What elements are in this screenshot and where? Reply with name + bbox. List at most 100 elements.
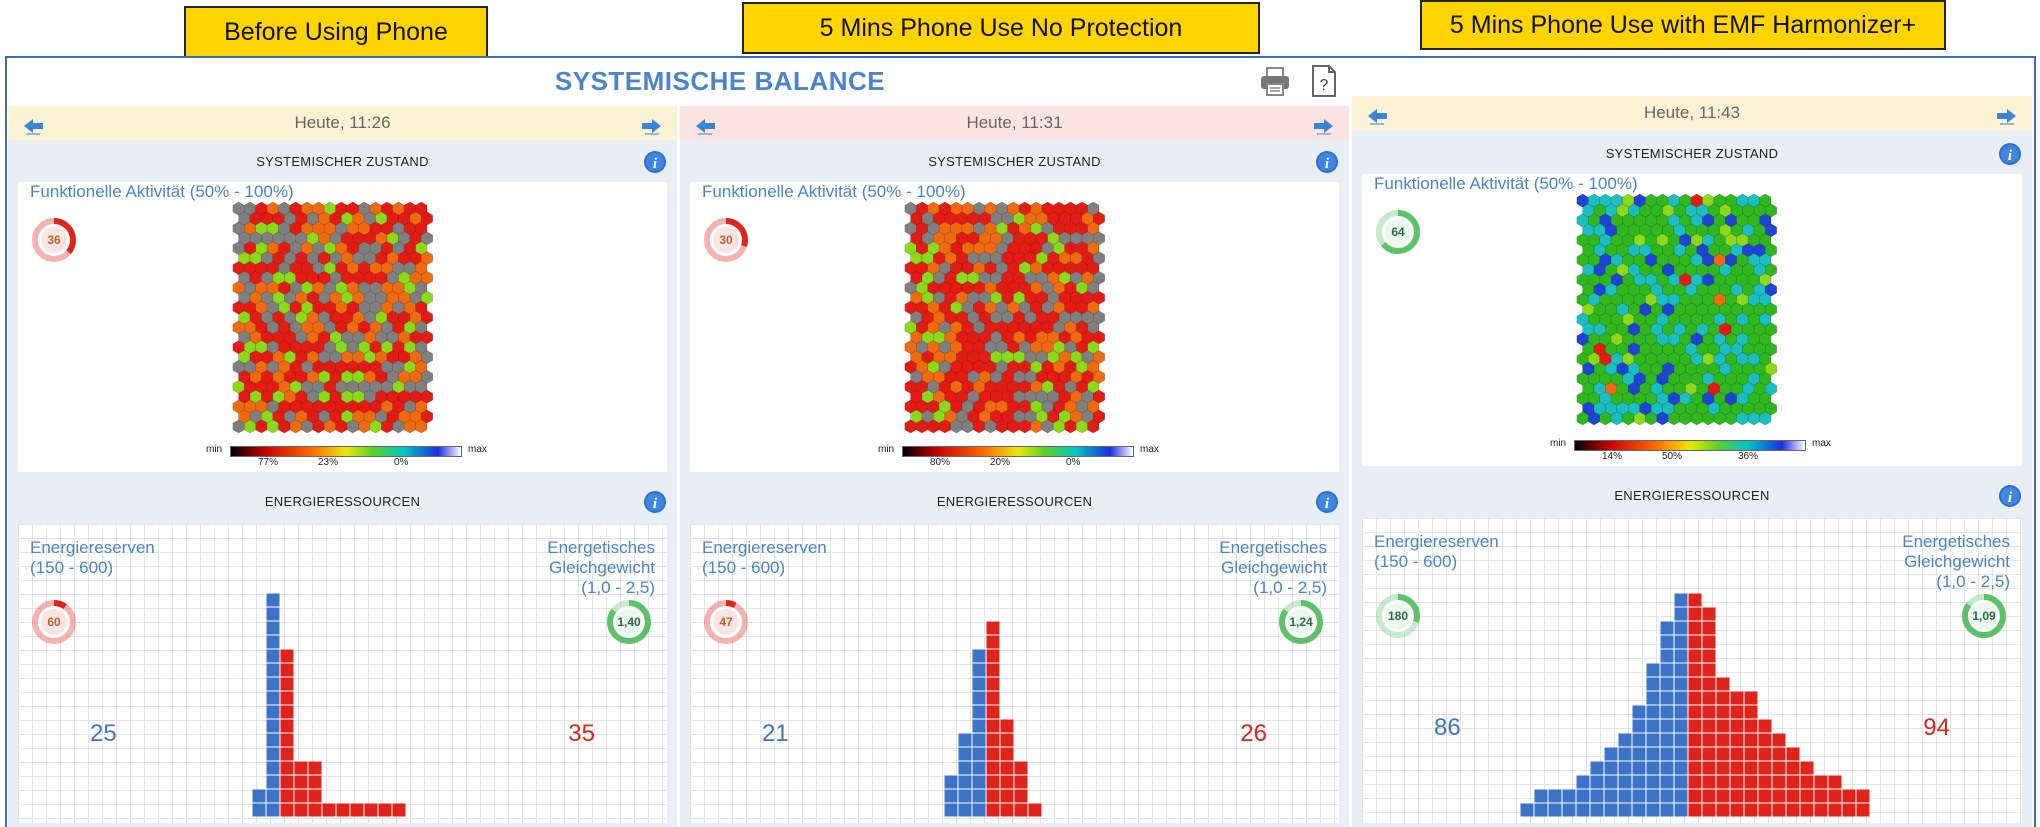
hex-cell xyxy=(301,419,314,434)
printer-icon[interactable] xyxy=(1258,64,1292,98)
next-arrow-icon[interactable] xyxy=(1996,104,2016,125)
zustand-content: Funktionelle Aktivität (50% - 100%) 36 min… xyxy=(18,182,667,472)
histo-block-red xyxy=(1000,747,1014,761)
histo-block-red xyxy=(1758,733,1772,747)
info-icon[interactable]: i xyxy=(1998,484,2022,508)
hex-cell xyxy=(392,419,405,434)
info-icon[interactable]: i xyxy=(1998,142,2022,166)
info-icon[interactable]: i xyxy=(1315,150,1339,174)
histo-block-blue xyxy=(1660,691,1674,705)
hex-cell xyxy=(255,419,268,434)
histo-block-red xyxy=(1716,775,1730,789)
histo-block-red xyxy=(322,803,336,817)
histo-block-red xyxy=(1828,775,1842,789)
measurement-date: Heute, 11:31 xyxy=(966,113,1063,132)
info-icon[interactable]: i xyxy=(1315,490,1339,514)
histo-block-blue xyxy=(1660,677,1674,691)
histo-block-red xyxy=(1772,789,1786,803)
previous-arrow-icon[interactable] xyxy=(24,114,44,135)
histo-block-red xyxy=(986,775,1000,789)
histo-block-red xyxy=(1772,747,1786,761)
histo-block-red xyxy=(1000,719,1014,733)
histo-block-red xyxy=(986,747,1000,761)
color-scale: min max 14% 50% 36% xyxy=(1550,436,1840,466)
histo-block-red xyxy=(392,803,406,817)
histo-block-red xyxy=(1688,789,1702,803)
next-arrow-icon[interactable] xyxy=(641,114,661,135)
histo-block-blue xyxy=(266,789,280,803)
histo-block-red xyxy=(1786,775,1800,789)
info-icon[interactable]: i xyxy=(643,490,667,514)
histo-block-blue xyxy=(972,803,986,817)
histo-block-red xyxy=(1786,803,1800,817)
histo-block-red xyxy=(1730,803,1744,817)
histo-block-blue xyxy=(1632,705,1646,719)
hex-cell xyxy=(358,419,371,434)
hex-cell xyxy=(1633,411,1646,426)
activity-gauge: 30 xyxy=(702,216,750,264)
histo-block-blue xyxy=(1660,649,1674,663)
hex-cell xyxy=(1075,419,1088,434)
histo-block-red xyxy=(1744,761,1758,775)
section-heading: SYSTEMISCHER ZUSTAND xyxy=(256,154,429,169)
histo-block-blue xyxy=(1674,761,1688,775)
histo-block-blue xyxy=(1534,803,1548,817)
previous-arrow-icon[interactable] xyxy=(696,114,716,135)
page-title: SYSTEMISCHE BALANCE xyxy=(554,66,886,96)
histo-block-red xyxy=(1828,789,1842,803)
histo-block-blue xyxy=(1674,593,1688,607)
histo-block-blue xyxy=(958,761,972,775)
histo-block-blue xyxy=(1590,775,1604,789)
histo-block-red xyxy=(1688,621,1702,635)
histo-block-red xyxy=(1814,789,1828,803)
histo-block-blue xyxy=(972,747,986,761)
histo-block-red xyxy=(378,803,392,817)
energieressourcen-section: ENERGIERESSOURCEN i Energiereserven (150 - … xyxy=(1352,476,2032,827)
previous-arrow-icon[interactable] xyxy=(1368,104,1388,125)
histo-block-blue xyxy=(972,691,986,705)
histo-block-blue xyxy=(1646,775,1660,789)
histo-block-blue xyxy=(972,649,986,663)
histo-block-red xyxy=(1716,733,1730,747)
histo-block-red xyxy=(1772,733,1786,747)
energy-histogram xyxy=(1362,518,2022,823)
hex-cell xyxy=(381,419,393,434)
energy-histogram xyxy=(690,524,1339,823)
scale-max: max xyxy=(1140,444,1159,455)
histo-block-blue xyxy=(266,803,280,817)
histo-block-blue xyxy=(972,719,986,733)
hex-cell xyxy=(961,419,974,434)
histo-block-red xyxy=(294,789,308,803)
hex-cell xyxy=(1030,419,1043,434)
histo-block-red xyxy=(986,621,1000,635)
measurement-date: Heute, 11:26 xyxy=(294,113,391,132)
histo-block-red xyxy=(1744,691,1758,705)
histo-block-blue xyxy=(958,733,972,747)
histo-block-blue xyxy=(266,747,280,761)
histo-block-blue xyxy=(1674,747,1688,761)
hex-cell xyxy=(1690,411,1703,426)
energie-content: Energiereserven (150 - 600) Energetisches G… xyxy=(18,524,667,823)
section-heading: ENERGIERESSOURCEN xyxy=(936,494,1093,509)
histo-block-red xyxy=(1716,803,1730,817)
next-arrow-icon[interactable] xyxy=(1313,114,1333,135)
hex-cell xyxy=(289,419,302,434)
histo-block-blue xyxy=(972,789,986,803)
hex-cell xyxy=(1053,419,1065,434)
histo-block-blue xyxy=(1604,747,1618,761)
histo-block-blue xyxy=(1520,803,1534,817)
histo-block-red xyxy=(1814,775,1828,789)
hex-cell xyxy=(1713,411,1726,426)
histo-block-blue xyxy=(1632,733,1646,747)
histo-block-blue xyxy=(266,649,280,663)
histo-block-red xyxy=(1688,747,1702,761)
histo-block-blue xyxy=(1576,775,1590,789)
histo-block-red xyxy=(280,789,294,803)
help-icon[interactable]: ? xyxy=(1310,64,1344,98)
histo-block-red xyxy=(1800,789,1814,803)
histo-block-red xyxy=(1702,803,1716,817)
histo-block-blue xyxy=(266,775,280,789)
histo-block-red xyxy=(1716,705,1730,719)
histo-block-blue xyxy=(1604,775,1618,789)
info-icon[interactable]: i xyxy=(643,150,667,174)
